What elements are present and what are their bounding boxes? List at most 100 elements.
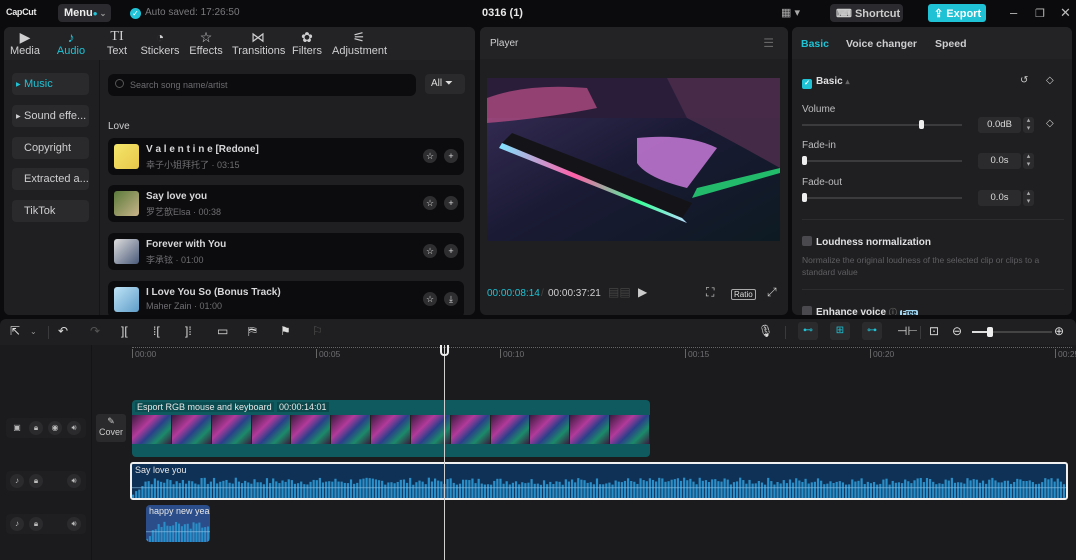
fade-in-value-input[interactable]: 0.0s xyxy=(978,153,1021,169)
keyframe-diamond-icon[interactable]: ◇ xyxy=(1046,75,1054,86)
fade-out-value-input[interactable]: 0.0s xyxy=(978,190,1021,206)
reset-icon[interactable]: ↺ xyxy=(1020,75,1028,86)
song-item[interactable]: Say love you 罗艺歆Elsa · 00:38 ☆ + xyxy=(108,185,464,222)
volume-slider[interactable] xyxy=(802,124,962,126)
timeline-zoom-knob[interactable] xyxy=(987,327,993,337)
layout-icon[interactable]: ▦ ▾ xyxy=(781,6,800,19)
favorite-star-icon[interactable]: ☆ xyxy=(423,149,437,163)
tab-media[interactable]: ▶ Media xyxy=(10,29,40,57)
tab-filters[interactable]: ✿ Filters xyxy=(292,29,322,57)
marker-remove-icon[interactable]: ⚐ xyxy=(312,324,323,338)
song-item[interactable]: I Love You So (Bonus Track) Maher Zain ·… xyxy=(108,281,464,315)
fullscreen-icon[interactable]: ⤢ xyxy=(767,285,777,300)
fade-out-slider[interactable] xyxy=(802,197,962,199)
add-plus-icon[interactable]: + xyxy=(444,196,458,210)
volume-stepper[interactable]: ▴ ▾ xyxy=(1023,117,1034,133)
play-icon[interactable]: ▶ xyxy=(638,285,647,299)
fade-out-stepper[interactable]: ▴ ▾ xyxy=(1023,190,1034,206)
shortcut-button[interactable]: ⌨ Shortcut xyxy=(830,4,903,22)
audio-clip-selected[interactable]: Say love you xyxy=(130,462,1068,500)
waveform-bar xyxy=(953,482,957,498)
tab-basic[interactable]: Basic xyxy=(801,38,829,50)
zoom-fit-icon[interactable]: ⛶ xyxy=(706,285,714,300)
split-right-icon[interactable]: ]⁞ xyxy=(185,324,192,338)
waveform-bar xyxy=(935,484,938,498)
speaker-icon[interactable]: 🔊︎ xyxy=(67,421,81,435)
menu-icon[interactable]: ☰ xyxy=(763,36,774,50)
category-sound-effects[interactable]: ▶ Sound effe... xyxy=(12,105,89,127)
playhead-handle[interactable] xyxy=(440,345,449,356)
speaker-icon[interactable]: 🔊︎ xyxy=(67,474,81,488)
redo-icon[interactable]: ↷ xyxy=(90,324,100,338)
category-copyright[interactable]: Copyright xyxy=(12,137,89,159)
linkage-toggle[interactable]: ⊶ xyxy=(862,322,882,340)
tab-transitions[interactable]: ⋈ Transitions xyxy=(232,29,285,57)
lock-icon[interactable]: 🔒︎ xyxy=(29,421,43,435)
select-cursor-icon[interactable]: ⇱ xyxy=(10,324,20,338)
loudness-normalization-row[interactable]: Loudness normalization xyxy=(802,236,931,248)
loudness-checkbox[interactable] xyxy=(802,236,812,246)
video-preview[interactable] xyxy=(487,78,780,241)
main-track-magnet-toggle[interactable]: ⊷ xyxy=(798,322,818,340)
maximize-icon[interactable]: ❐ xyxy=(1035,7,1045,20)
favorite-star-icon[interactable]: ☆ xyxy=(423,196,437,210)
tab-stickers[interactable]: ◔ Stickers xyxy=(140,29,180,57)
close-icon[interactable]: ✕ xyxy=(1060,5,1071,21)
add-plus-icon[interactable]: + xyxy=(444,244,458,258)
lock-icon[interactable]: 🔒︎ xyxy=(29,517,43,531)
audio-clip[interactable]: happy new yea xyxy=(146,505,210,542)
tab-adjustment[interactable]: ⚟ Adjustment xyxy=(332,29,387,57)
fade-out-slider-knob[interactable] xyxy=(802,193,807,202)
undo-icon[interactable]: ↶ xyxy=(58,324,68,338)
zoom-out-icon[interactable]: ⊖ xyxy=(952,324,962,338)
speaker-icon[interactable]: 🔊︎ xyxy=(67,517,81,531)
filter-button[interactable]: All ⏷ xyxy=(425,74,465,94)
fade-in-stepper[interactable]: ▴ ▾ xyxy=(1023,153,1034,169)
menu-button[interactable]: Menu● ⌄ xyxy=(58,4,111,22)
auto-snap-toggle[interactable]: ⊞ xyxy=(830,322,850,340)
tab-audio[interactable]: ♪ Audio xyxy=(56,29,86,57)
chevron-down-icon[interactable]: ⌄ xyxy=(30,327,37,336)
category-extracted-audio[interactable]: Extracted a... xyxy=(12,168,89,190)
download-icon[interactable]: ⤓ xyxy=(444,292,458,306)
fade-in-slider-knob[interactable] xyxy=(802,156,807,165)
microphone-icon[interactable]: 🎙︎ xyxy=(758,324,773,338)
ratio-button[interactable]: Ratio xyxy=(731,289,756,300)
song-item[interactable]: Forever with You 李承铉 · 01:00 ☆ + xyxy=(108,233,464,270)
preview-axis-icon[interactable]: ⊣⊢ xyxy=(897,324,918,338)
video-clip[interactable]: Esport RGB mouse and keyboard 00:00:14:0… xyxy=(132,400,650,457)
add-plus-icon[interactable]: + xyxy=(444,149,458,163)
song-item[interactable]: V a l e n t i n e [Redone] 幸子小姐拜托了 · 03:… xyxy=(108,138,464,175)
volume-slider-knob[interactable] xyxy=(919,120,924,129)
search-input[interactable]: Search song name/artist xyxy=(108,74,416,96)
favorite-star-icon[interactable]: ☆ xyxy=(423,292,437,306)
volume-value-input[interactable]: 0.0dB xyxy=(978,117,1021,133)
cover-button[interactable]: ✎ Cover xyxy=(96,414,126,442)
eye-icon[interactable]: ◉ xyxy=(48,421,62,435)
minimize-icon[interactable]: – xyxy=(1010,5,1017,20)
category-tiktok[interactable]: TikTok xyxy=(12,200,89,222)
delete-icon[interactable]: ▭ xyxy=(217,324,228,338)
split-icon[interactable]: ][ xyxy=(121,324,128,338)
playhead-line[interactable] xyxy=(444,345,445,560)
keyframe-diamond-icon[interactable]: ◇ xyxy=(1046,118,1054,129)
basic-section-header[interactable]: ✓ Basic ▴ xyxy=(802,76,849,89)
zoom-in-icon[interactable]: ⊕ xyxy=(1054,324,1064,338)
tab-effects[interactable]: ☆ Effects xyxy=(188,29,224,57)
tab-voice-changer[interactable]: Voice changer xyxy=(846,38,917,50)
enhance-voice-row[interactable]: Enhance voice ⓘ Free xyxy=(802,306,919,315)
favorite-star-icon[interactable]: ☆ xyxy=(423,244,437,258)
lock-icon[interactable]: 🔒︎ xyxy=(29,474,43,488)
thumbnail-icon[interactable]: ⊡ xyxy=(929,324,939,338)
tab-text[interactable]: TI Text xyxy=(104,29,130,57)
enhance-voice-checkbox[interactable] xyxy=(802,306,812,315)
help-icon[interactable]: ⓘ xyxy=(889,308,897,315)
fade-in-slider[interactable] xyxy=(802,160,962,162)
basic-checkbox[interactable]: ✓ xyxy=(802,79,812,89)
marker-flag-icon[interactable]: ⚑ xyxy=(280,324,291,338)
auto-reframe-icon[interactable]: ⛿ xyxy=(248,324,257,339)
split-left-icon[interactable]: ⁞[ xyxy=(153,324,160,338)
export-button[interactable]: ⇪ Export xyxy=(928,4,986,22)
category-music[interactable]: ▶ Music xyxy=(12,73,89,95)
tab-speed[interactable]: Speed xyxy=(935,38,967,50)
